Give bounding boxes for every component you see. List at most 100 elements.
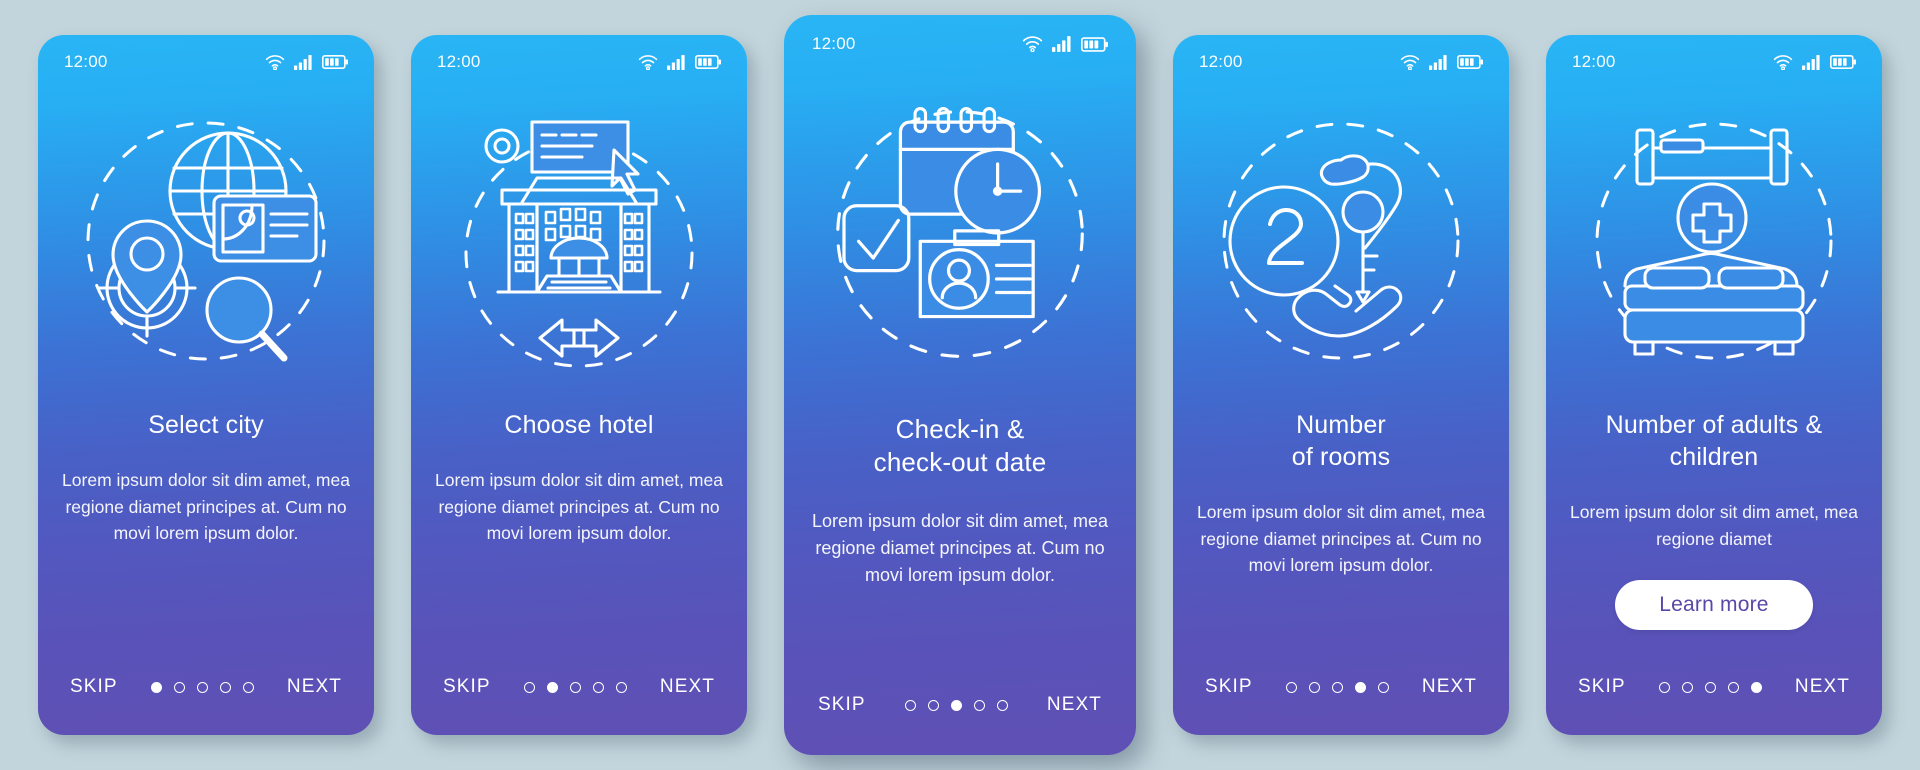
wifi-icon — [638, 54, 658, 70]
card-text-block: Number of adults & children Lorem ipsum … — [1546, 389, 1882, 639]
status-bar-icons — [1022, 36, 1108, 52]
wifi-icon — [265, 54, 285, 70]
card-title: Check-in & check-out date — [873, 414, 1047, 478]
step-dot-2[interactable] — [1681, 681, 1693, 693]
cellular-signal-icon — [667, 54, 686, 70]
next-button[interactable]: NEXT — [1795, 676, 1850, 698]
skip-button[interactable]: SKIP — [818, 694, 866, 716]
step-dot-5[interactable] — [996, 699, 1008, 711]
battery-icon — [1081, 36, 1108, 52]
step-dot-2[interactable] — [927, 699, 939, 711]
onboarding-screens-stage: 12:00 Select city Lorem ipsum dolor sit … — [0, 0, 1920, 770]
battery-icon — [1457, 55, 1483, 69]
step-dot-1[interactable] — [1285, 681, 1297, 693]
step-indicator-dots — [150, 681, 254, 693]
step-dot-5[interactable] — [1377, 681, 1389, 693]
step-dot-5[interactable] — [615, 681, 627, 693]
step-dot-3[interactable] — [950, 699, 962, 711]
status-bar-time: 12:00 — [1572, 52, 1616, 71]
step-indicator-dots — [904, 699, 1008, 711]
status-bar-icons — [1773, 54, 1856, 70]
step-dot-2[interactable] — [1308, 681, 1320, 693]
skip-button[interactable]: SKIP — [1205, 676, 1253, 698]
card-text-block: Number of rooms Lorem ipsum dolor sit di… — [1173, 389, 1509, 639]
step-dot-4[interactable] — [1727, 681, 1739, 693]
status-bar: 12:00 — [1173, 35, 1509, 89]
status-bar: 12:00 — [38, 35, 374, 89]
card-title: Number of adults & children — [1605, 411, 1823, 471]
step-dot-5[interactable] — [242, 681, 254, 693]
card-description: Lorem ipsum dolor sit dim amet, mea regi… — [1570, 502, 1858, 549]
status-bar-time: 12:00 — [812, 34, 856, 53]
skip-button[interactable]: SKIP — [70, 676, 118, 698]
card-text-block: Choose hotel Lorem ipsum dolor sit dim a… — [411, 389, 747, 639]
next-button[interactable]: NEXT — [287, 676, 342, 698]
next-button[interactable]: NEXT — [660, 676, 715, 698]
card-title: Number of rooms — [1291, 411, 1391, 471]
illustration-choose-hotel — [411, 89, 747, 389]
onboarding-card-number-of-rooms: 12:00 Number of rooms Lorem ipsum dolor … — [1173, 35, 1509, 735]
step-dot-3[interactable] — [1331, 681, 1343, 693]
onboarding-card-choose-hotel: 12:00 Choose hotel Lorem ipsum dolor sit… — [411, 35, 747, 735]
status-bar-time: 12:00 — [64, 52, 108, 71]
card-description: Lorem ipsum dolor sit dim amet, mea regi… — [62, 470, 350, 544]
onboarding-card-number-of-adults-children: 12:00 Number of adults & children Lorem … — [1546, 35, 1882, 735]
step-dot-1[interactable] — [904, 699, 916, 711]
step-indicator-dots — [1285, 681, 1389, 693]
step-dot-3[interactable] — [196, 681, 208, 693]
step-dot-5[interactable] — [1750, 681, 1762, 693]
cellular-signal-icon — [1802, 54, 1821, 70]
status-bar-icons — [638, 54, 721, 70]
card-title: Choose hotel — [504, 411, 654, 439]
step-indicator-dots — [1658, 681, 1762, 693]
cellular-signal-icon — [1052, 36, 1072, 52]
card-title: Select city — [148, 411, 264, 439]
battery-icon — [695, 55, 721, 69]
illustration-check-in-check-out-date — [784, 73, 1136, 391]
card-footer-nav: SKIP NEXT — [38, 639, 374, 735]
step-dot-1[interactable] — [523, 681, 535, 693]
next-button[interactable]: NEXT — [1422, 676, 1477, 698]
step-indicator-dots — [523, 681, 627, 693]
cellular-signal-icon — [1429, 54, 1448, 70]
step-dot-1[interactable] — [150, 681, 162, 693]
next-button[interactable]: NEXT — [1047, 694, 1102, 716]
cellular-signal-icon — [294, 54, 313, 70]
step-dot-3[interactable] — [569, 681, 581, 693]
step-dot-2[interactable] — [546, 681, 558, 693]
illustration-select-city — [38, 89, 374, 389]
step-dot-4[interactable] — [219, 681, 231, 693]
step-dot-4[interactable] — [592, 681, 604, 693]
wifi-icon — [1022, 36, 1043, 52]
skip-button[interactable]: SKIP — [1578, 676, 1626, 698]
illustration-number-of-adults-children — [1546, 89, 1882, 389]
card-description: Lorem ipsum dolor sit dim amet, mea regi… — [435, 470, 723, 544]
step-dot-3[interactable] — [1704, 681, 1716, 693]
step-dot-4[interactable] — [973, 699, 985, 711]
card-footer-nav: SKIP NEXT — [1546, 639, 1882, 735]
status-bar: 12:00 — [784, 15, 1136, 73]
card-description: Lorem ipsum dolor sit dim amet, mea regi… — [811, 510, 1109, 586]
learn-more-button[interactable]: Learn more — [1615, 580, 1813, 631]
card-footer-nav: SKIP NEXT — [411, 639, 747, 735]
status-bar-icons — [1400, 54, 1483, 70]
illustration-number-of-rooms — [1173, 89, 1509, 389]
card-footer-nav: SKIP NEXT — [1173, 639, 1509, 735]
wifi-icon — [1773, 54, 1793, 70]
skip-button[interactable]: SKIP — [443, 676, 491, 698]
step-dot-4[interactable] — [1354, 681, 1366, 693]
onboarding-card-select-city: 12:00 Select city Lorem ipsum dolor sit … — [38, 35, 374, 735]
wifi-icon — [1400, 54, 1420, 70]
status-bar: 12:00 — [411, 35, 747, 89]
step-dot-2[interactable] — [173, 681, 185, 693]
card-text-block: Check-in & check-out date Lorem ipsum do… — [784, 391, 1136, 655]
battery-icon — [1830, 55, 1856, 69]
card-footer-nav: SKIP NEXT — [784, 655, 1136, 755]
card-text-block: Select city Lorem ipsum dolor sit dim am… — [38, 389, 374, 639]
step-dot-1[interactable] — [1658, 681, 1670, 693]
onboarding-card-check-in-check-out-date: 12:00 Check-in & check-out date Lorem ip… — [784, 15, 1136, 755]
card-description: Lorem ipsum dolor sit dim amet, mea regi… — [1197, 502, 1485, 576]
battery-icon — [322, 55, 348, 69]
status-bar-time: 12:00 — [437, 52, 481, 71]
status-bar: 12:00 — [1546, 35, 1882, 89]
